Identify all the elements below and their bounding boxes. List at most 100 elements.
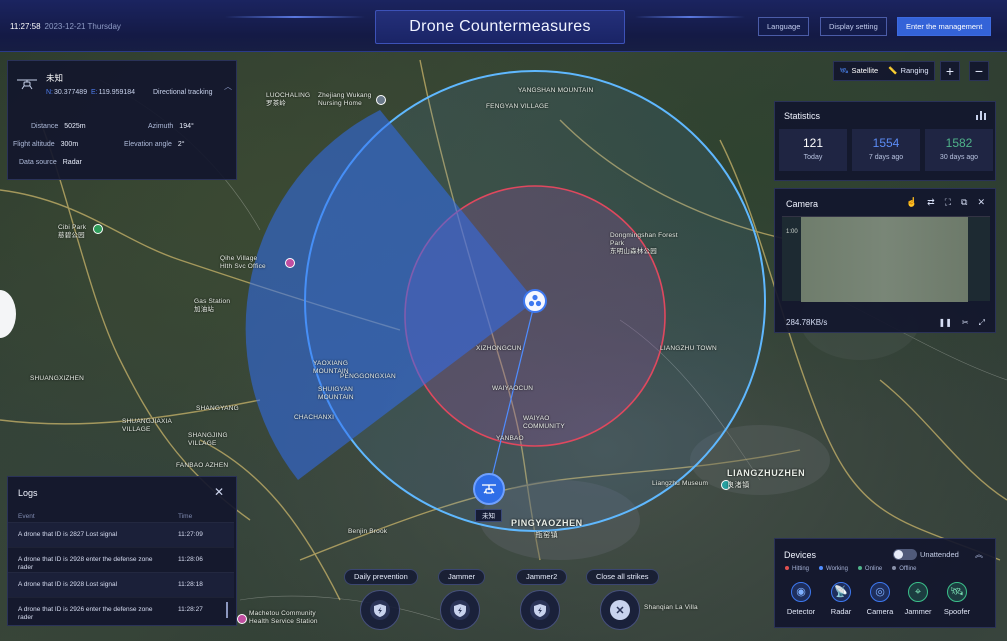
distance-field: Distance 5025m (31, 123, 86, 130)
unattended-label: Unattended (920, 550, 959, 559)
zoom-out-button[interactable]: − (969, 61, 989, 81)
map-label: LUOCHALING 罗茶岭 (266, 92, 311, 107)
map-pin[interactable] (376, 95, 386, 105)
open-external-icon[interactable]: ⧉ (961, 197, 967, 208)
map-label: XIZHONGCUN (476, 345, 522, 352)
language-button[interactable]: Language (758, 17, 810, 36)
close-icon[interactable]: ✕ (214, 485, 224, 499)
legend-hitting: Hitting (785, 566, 809, 572)
stat-7-days: 1554 7 days ago (852, 129, 920, 171)
close-all-strikes-toggle[interactable]: ✕ (600, 590, 640, 630)
display-setting-button[interactable]: Display setting (820, 17, 887, 36)
logs-table-header: Event Time (18, 513, 193, 520)
camera-toolbar: ☝ ⇄ ⛶ ⧉ ✕ (906, 197, 985, 208)
fullscreen-icon[interactable]: ⤢ (979, 318, 985, 328)
drone-icon (17, 79, 37, 90)
map-label: Cibi Park 慈碧公园 (58, 224, 87, 239)
ranging-mode-button[interactable]: 📏 Ranging (883, 62, 933, 80)
map-label: FANBAO AZHEN (176, 462, 229, 469)
video-feed (801, 217, 968, 302)
tracking-mode: Directional tracking (153, 89, 213, 96)
clock: 11:27:58 2023-12-21 Thursday (10, 22, 121, 31)
close-icon[interactable]: ✕ (977, 197, 985, 208)
logs-scrollbar[interactable] (226, 602, 228, 618)
spoofer-icon: 🛰 (947, 582, 967, 602)
header-decoration (225, 16, 365, 18)
map-label: SHANGYANG (196, 405, 239, 412)
drone-icon (482, 484, 496, 494)
map-label: PINGYAOZHEN 瓶窑镇 (511, 518, 583, 539)
elevation-angle-field: Elevation angle 2° (124, 141, 185, 148)
defense-system-marker[interactable] (523, 289, 547, 313)
statistics-title: Statistics (784, 111, 821, 121)
stat-today: 121 Today (779, 129, 847, 171)
device-spoofer[interactable]: 🛰 Spoofer (937, 582, 977, 616)
map-label: YANBAO (496, 435, 524, 442)
device-camera[interactable]: ◎ Camera (860, 582, 900, 616)
map-label: LIANGZHUZHEN 良渚镇 (727, 468, 806, 489)
map-label: Qihe Village Hlth Svc Office (220, 255, 266, 270)
scissors-icon[interactable]: ✂ (962, 318, 969, 328)
map-label: YANGSHAN MOUNTAIN (518, 87, 594, 94)
device-jammer[interactable]: ⌖ Jammer (898, 582, 938, 616)
jammer2-toggle[interactable] (520, 590, 560, 630)
map-label: SHUIGYAN MOUNTAIN (318, 386, 354, 401)
satellite-mode-button[interactable]: 🛰 Satellite (834, 62, 883, 80)
log-row: A drone that ID is 2928 Lost signal 11:28… (8, 572, 234, 597)
hand-pointer-icon[interactable]: ☝ (906, 197, 917, 208)
ruler-icon: 📏 (888, 66, 898, 75)
device-detector[interactable]: ◉ Detector (781, 582, 821, 616)
stream-bitrate: 284.78KB/s (786, 318, 828, 327)
daily-prevention-button[interactable]: Daily prevention (344, 569, 418, 585)
map-label: SHANGJING VILLAGE (188, 432, 228, 447)
jammer-toggle[interactable] (440, 590, 480, 630)
community-pin[interactable] (237, 614, 247, 624)
app-title: Drone Countermeasures (375, 10, 625, 44)
zoom-in-button[interactable]: + (940, 61, 960, 81)
bar-chart-icon[interactable] (976, 110, 986, 120)
satellite-icon: 🛰 (839, 66, 849, 75)
jammer2-button[interactable]: Jammer2 (516, 569, 568, 585)
shield-bolt-icon (454, 603, 466, 617)
jammer-icon: ⌖ (908, 582, 928, 602)
logs-panel: Logs ✕ Event Time A drone that ID is 2827… (7, 476, 237, 626)
map-label: YAOXIANG MOUNTAIN (313, 360, 349, 375)
map-label: WAIYAO COMMUNITY (523, 415, 565, 430)
collapse-chevron-icon[interactable]: ︿ (224, 81, 232, 92)
detector-icon: ◉ (791, 582, 811, 602)
collapse-chevron-icon[interactable]: ︽ (975, 549, 983, 560)
azimuth-field: Azimuth 194° (148, 123, 194, 130)
target-info-panel: 未知 N:30.377489 E:119.959184 Directional … (7, 60, 237, 180)
log-row: A drone that ID is 2926 enter the defens… (8, 597, 234, 622)
shield-bolt-icon (374, 603, 386, 617)
devices-panel: Devices Unattended ︽ Hitting Working Onl… (774, 538, 996, 628)
log-row: A drone that ID is 2928 enter the defens… (8, 547, 234, 572)
park-pin[interactable] (93, 224, 103, 234)
map-label: Gas Station 加油站 (194, 298, 231, 313)
unattended-toggle[interactable] (893, 549, 917, 560)
pause-icon[interactable]: ❚❚ (938, 318, 951, 328)
video-timestamp: 1:00 (786, 229, 798, 235)
device-status-legend: Hitting Working Online Offline (785, 566, 917, 572)
target-name: 未知 (46, 73, 64, 83)
map-mode-switch: 🛰 Satellite 📏 Ranging (833, 61, 935, 81)
health-pin[interactable] (285, 258, 295, 268)
data-source-field: Data source Radar (19, 159, 82, 166)
swap-icon[interactable]: ⇄ (927, 197, 935, 208)
daily-prevention-toggle[interactable] (360, 590, 400, 630)
fit-screen-icon[interactable]: ⛶ (945, 197, 951, 208)
enter-management-button[interactable]: Enter the management (897, 17, 992, 36)
close-all-strikes-button[interactable]: Close all strikes (586, 569, 659, 585)
tracked-drone-marker[interactable] (473, 473, 505, 505)
map-label: CHACHANXI (294, 414, 335, 421)
map-label: SHUANGXIZHEN (30, 375, 85, 382)
device-radar[interactable]: 📡 Radar (821, 582, 861, 616)
jammer-button[interactable]: Jammer (438, 569, 486, 585)
flight-altitude-field: Flight altitude 300m (13, 141, 79, 148)
legend-working: Working (819, 566, 848, 572)
camera-video[interactable]: 1:00 (782, 216, 990, 302)
target-coordinates: N:30.377489 E:119.959184 (46, 89, 136, 96)
radar-node-icon (528, 294, 542, 307)
drone-countermeasures-app: LUOCHALING 罗茶岭 Zhejiang Wukang Nursing Hom… (0, 0, 1007, 641)
drone-marker-label: 未知 (475, 509, 502, 522)
